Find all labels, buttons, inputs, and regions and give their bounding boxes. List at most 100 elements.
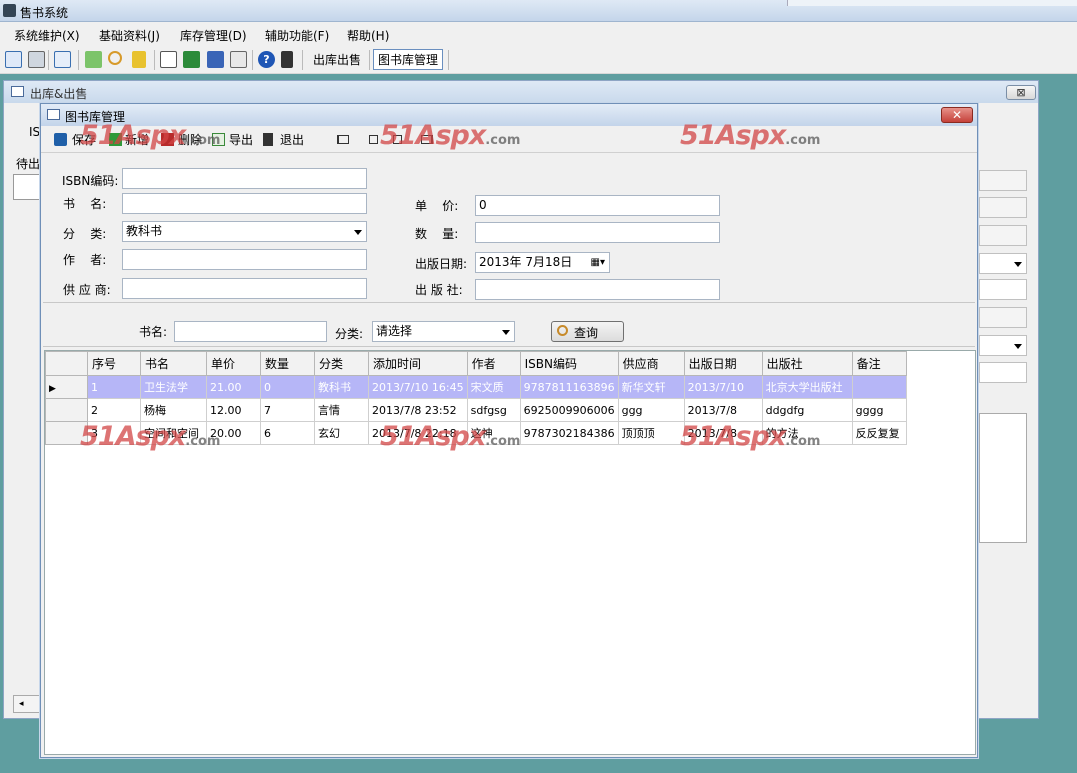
column-header[interactable]: 序号	[87, 351, 141, 376]
watermark: 51Aspx.com	[380, 421, 521, 452]
nav-first-icon[interactable]	[337, 135, 349, 144]
menu-help[interactable]: 帮助(H)	[347, 27, 389, 44]
table-row[interactable]: 2 杨梅 12.00 7 言情 2013/7/8 23:52 sdfgsg 69…	[45, 398, 907, 422]
sell-window-title-bar: 出库&出售 ⊠	[4, 81, 1038, 103]
pubdate-picker[interactable]: 2013年 7月18日 ▦▾	[475, 252, 610, 273]
window-icon[interactable]	[5, 51, 22, 68]
column-header[interactable]: 添加时间	[368, 351, 468, 376]
column-header[interactable]: 分类	[314, 351, 369, 376]
table-cell[interactable]: 宋文质	[466, 375, 521, 399]
watermark: 51Aspx.com	[680, 421, 821, 452]
table-cell[interactable]: 卫生法学	[140, 375, 207, 399]
table-cell[interactable]: 北京大学出版社	[761, 375, 853, 399]
table-cell[interactable]: 2013/7/8	[683, 398, 763, 422]
export-button[interactable]: 导出	[229, 131, 253, 148]
table-cell[interactable]	[851, 375, 907, 399]
edit-icon[interactable]	[85, 51, 102, 68]
table-cell[interactable]: 0	[260, 375, 315, 399]
table-cell[interactable]: 9787811163896	[519, 375, 619, 399]
sell-button[interactable]: 出库出售	[313, 51, 361, 68]
name-input[interactable]	[122, 193, 367, 214]
database-icon[interactable]	[28, 51, 45, 68]
word-icon[interactable]	[207, 51, 224, 68]
column-header[interactable]: 书名	[140, 351, 207, 376]
table-cell[interactable]: ddgdfg	[761, 398, 853, 422]
bg-dropdown[interactable]	[979, 335, 1027, 356]
price-input[interactable]: 0	[475, 195, 720, 216]
table-cell[interactable]: 7	[260, 398, 315, 422]
help-icon[interactable]: ?	[258, 51, 275, 68]
table-cell[interactable]: 2013/7/10 16:45	[368, 375, 468, 399]
quantity-input[interactable]	[475, 222, 720, 243]
calendar-icon[interactable]: ▦▾	[591, 255, 605, 270]
add-window-icon[interactable]	[54, 51, 71, 68]
table-cell[interactable]: 6	[260, 421, 315, 445]
table-cell[interactable]: 反反复复	[851, 421, 907, 445]
search-icon[interactable]	[108, 51, 122, 65]
table-cell[interactable]: ggg	[617, 398, 685, 422]
lock-icon[interactable]	[132, 51, 146, 68]
supplier-input[interactable]	[122, 278, 367, 299]
library-window-close-button[interactable]: ✕	[941, 107, 973, 123]
table-cell[interactable]: 6925009906006	[519, 398, 619, 422]
new-doc-icon[interactable]	[160, 51, 177, 68]
supplier-label: 供 应 商:	[63, 283, 111, 297]
row-header[interactable]	[45, 398, 88, 422]
table-cell[interactable]: 教科书	[314, 375, 369, 399]
nav-prev-icon[interactable]	[369, 135, 378, 144]
column-header[interactable]: 作者	[466, 351, 521, 376]
table-cell[interactable]: 21.00	[206, 375, 261, 399]
column-header[interactable]: 单价	[206, 351, 261, 376]
menu-tools[interactable]: 辅助功能(F)	[265, 27, 329, 44]
watermark: 51Aspx.com	[380, 120, 521, 151]
table-cell[interactable]: 2013/7/10	[683, 375, 763, 399]
current-row-arrow-icon: ▶	[49, 383, 56, 394]
table-cell[interactable]: 玄幻	[314, 421, 369, 445]
calculator-icon[interactable]	[230, 51, 247, 68]
publisher-input[interactable]	[475, 279, 720, 300]
author-input[interactable]	[122, 249, 367, 270]
table-cell[interactable]: 言情	[314, 398, 369, 422]
title-glass	[787, 0, 1077, 6]
exit-icon[interactable]	[281, 51, 293, 68]
table-cell[interactable]: 杨梅	[140, 398, 207, 422]
table-cell[interactable]: sdfgsg	[466, 398, 521, 422]
excel-icon[interactable]	[183, 51, 200, 68]
sell-window-title: 出库&出售	[30, 87, 88, 101]
library-button[interactable]: 图书库管理	[373, 49, 444, 70]
menu-basic-data[interactable]: 基础资料(J)	[99, 27, 160, 44]
bg-text-area[interactable]	[979, 413, 1027, 543]
table-cell[interactable]: gggg	[851, 398, 907, 422]
isbn-input[interactable]	[122, 168, 367, 189]
category-label: 分 类:	[63, 227, 107, 241]
table-cell[interactable]: 2	[87, 398, 141, 422]
column-header[interactable]: 出版社	[761, 351, 853, 376]
sell-window-close-button[interactable]: ⊠	[1006, 85, 1036, 100]
table-cell[interactable]: 顶顶顶	[617, 421, 685, 445]
category-select[interactable]: 教科书	[122, 221, 367, 242]
column-header[interactable]: 数量	[260, 351, 315, 376]
table-row[interactable]: ▶ 1 卫生法学 21.00 0 教科书 2013/7/10 16:45 宋文质…	[45, 375, 907, 399]
exit-button[interactable]: 退出	[280, 131, 304, 148]
table-cell[interactable]: 新华文轩	[617, 375, 685, 399]
scroll-left-arrow[interactable]: ◂	[13, 695, 43, 713]
search-name-input[interactable]	[174, 321, 327, 342]
row-header[interactable]: ▶	[45, 375, 88, 399]
column-header[interactable]: ISBN编码	[519, 351, 619, 376]
bg-dropdown[interactable]	[979, 253, 1027, 274]
column-header[interactable]: 供应商	[617, 351, 685, 376]
table-cell[interactable]: 2013/7/8 23:52	[368, 398, 468, 422]
search-button[interactable]: 查询	[551, 321, 624, 342]
table-cell[interactable]: 1	[87, 375, 141, 399]
menu-inventory[interactable]: 库存管理(D)	[180, 27, 247, 44]
bg-field[interactable]	[979, 279, 1027, 300]
column-header[interactable]: 出版日期	[683, 351, 763, 376]
bg-field	[979, 225, 1027, 246]
chevron-down-icon	[502, 330, 510, 335]
menu-system[interactable]: 系统维护(X)	[14, 27, 80, 44]
column-header[interactable]: 备注	[851, 351, 907, 376]
table-cell[interactable]: 12.00	[206, 398, 261, 422]
table-cell[interactable]: 9787302184386	[519, 421, 619, 445]
search-category-select[interactable]: 请选择	[372, 321, 515, 342]
bg-field[interactable]	[979, 362, 1027, 383]
